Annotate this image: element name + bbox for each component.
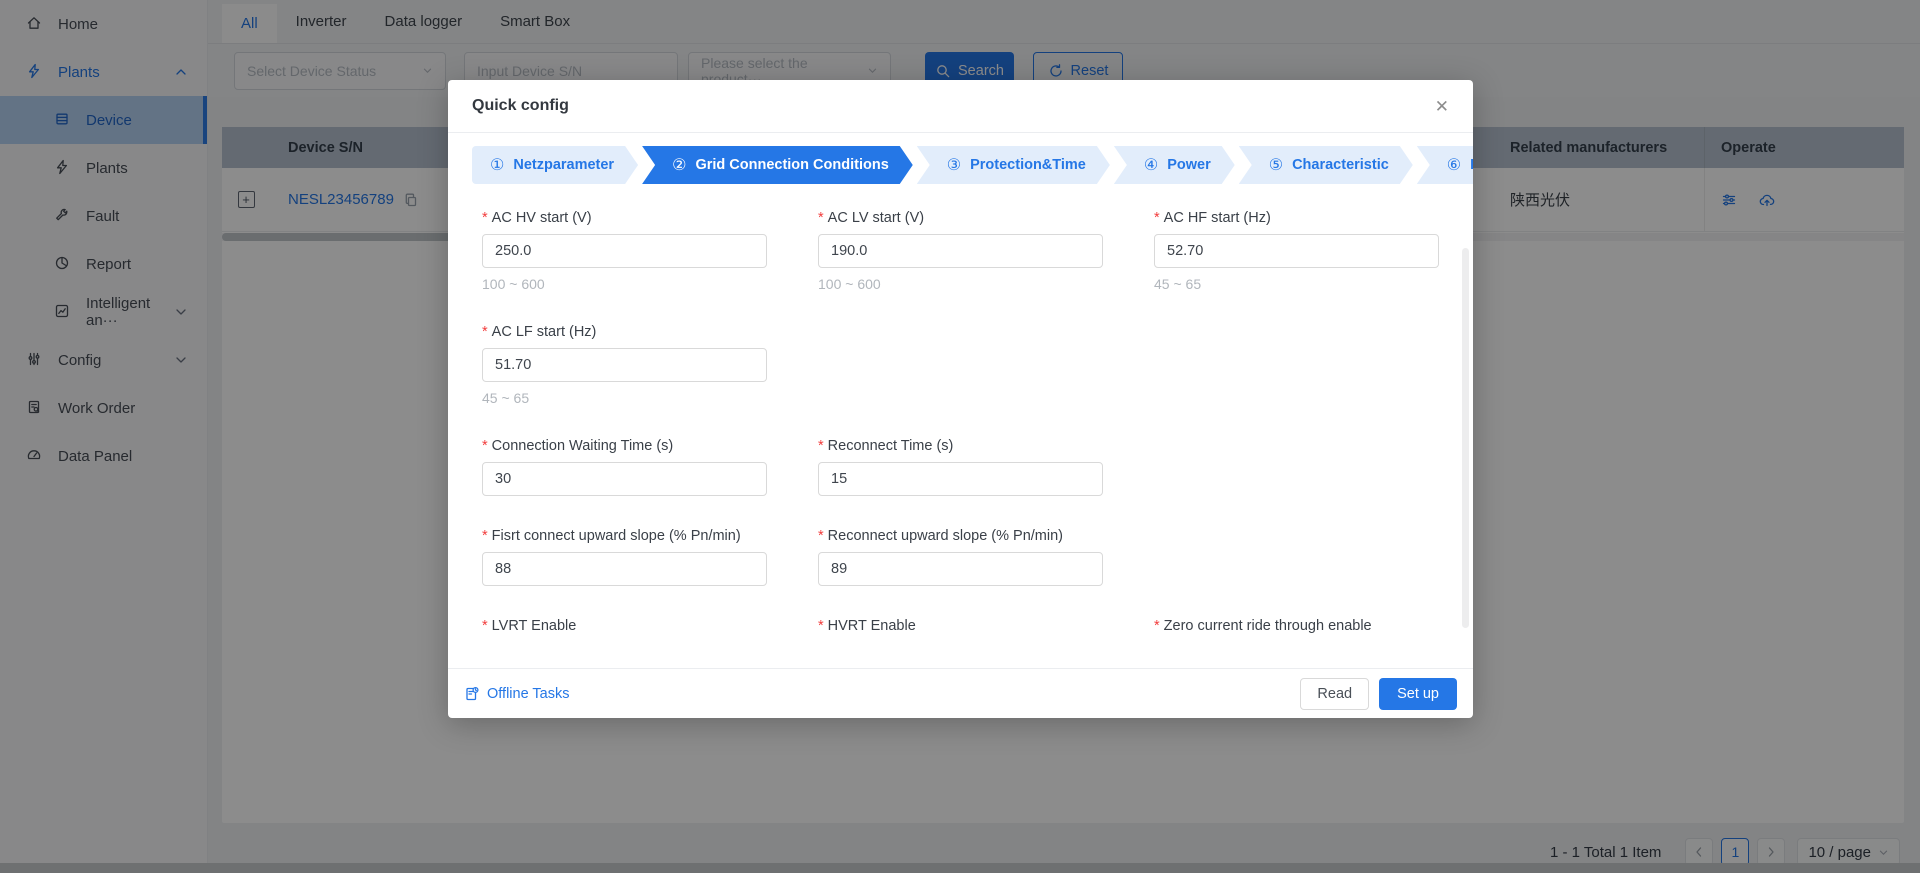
required-asterisk: * [482,210,488,226]
step-4[interactable]: ④ Power [1114,146,1235,184]
form-row: *AC HV start (V)100 ~ 600*AC LV start (V… [482,210,1439,292]
step-2[interactable]: ② Grid Connection Conditions [642,146,913,184]
step-label: Netzparameter [513,157,614,173]
setup-button[interactable]: Set up [1379,678,1457,710]
form-field: *AC LV start (V) 100 ~ 600 [818,210,1103,292]
step-label: Battery [1470,157,1473,173]
offline-tasks-label: Offline Tasks [487,686,569,702]
read-button[interactable]: Read [1300,678,1369,710]
field-label: *HVRT Enable [818,618,1103,634]
required-asterisk: * [818,618,824,634]
screen: HomePlantsDevicePlantsFaultReportIntelli… [0,0,1920,873]
config-steps: ① Netzparameter ② Grid Connection Condition… [472,146,1449,184]
step-number: ① [490,155,504,175]
modal-header: Quick config ✕ [448,80,1473,133]
required-asterisk: * [818,210,824,226]
field-range-hint: 100 ~ 600 [818,276,1103,292]
step-number: ③ [947,155,961,175]
field-input[interactable] [482,348,767,382]
form-row: *Fisrt connect upward slope (% Pn/min) *R… [482,528,1439,586]
form-field: *Reconnect Time (s) [818,438,1103,496]
quick-config-modal: Quick config ✕ ① Netzparameter ② Grid Conne… [448,80,1473,718]
field-label: *Zero current ride through enable [1154,618,1439,634]
required-asterisk: * [482,618,488,634]
step-5[interactable]: ⑤ Characteristic [1239,146,1413,184]
step-label: Grid Connection Conditions [695,157,888,173]
form-field: *LVRT Enable [482,618,767,642]
form-field: *Reconnect upward slope (% Pn/min) [818,528,1103,586]
form-row: *Connection Waiting Time (s) *Reconnect T… [482,438,1439,496]
step-number: ⑥ [1447,155,1461,175]
step-1[interactable]: ① Netzparameter [472,146,638,184]
modal-title: Quick config [472,97,569,115]
field-input[interactable] [482,552,767,586]
field-label: *AC HF start (Hz) [1154,210,1439,226]
field-label: *Reconnect Time (s) [818,438,1103,454]
field-label: *LVRT Enable [482,618,767,634]
field-input[interactable] [482,462,767,496]
form-field: *AC HV start (V) 100 ~ 600 [482,210,767,292]
form-field: *AC LF start (Hz) 45 ~ 65 [482,324,767,406]
field-label: *AC LF start (Hz) [482,324,767,340]
field-range-hint: 45 ~ 65 [1154,276,1439,292]
field-range-hint: 100 ~ 600 [482,276,767,292]
field-label: *Reconnect upward slope (% Pn/min) [818,528,1103,544]
required-asterisk: * [1154,618,1160,634]
field-input[interactable] [818,552,1103,586]
form-row: *AC LF start (Hz) 45 ~ 65 [482,324,1439,406]
required-asterisk: * [1154,210,1160,226]
step-label: Power [1167,157,1211,173]
required-asterisk: * [482,528,488,544]
step-6[interactable]: ⑥ Battery [1417,146,1473,184]
form-field: *Fisrt connect upward slope (% Pn/min) [482,528,767,586]
field-label: *Fisrt connect upward slope (% Pn/min) [482,528,767,544]
step-3[interactable]: ③ Protection&Time [917,146,1110,184]
step-label: Protection&Time [970,157,1086,173]
form-field: *Zero current ride through enable [1154,618,1439,642]
step-label: Characteristic [1292,157,1389,173]
field-label: *AC LV start (V) [818,210,1103,226]
field-input[interactable] [818,234,1103,268]
form-field: *Connection Waiting Time (s) [482,438,767,496]
form-field: *HVRT Enable [818,618,1103,642]
offline-tasks-icon [464,686,480,702]
field-input[interactable] [482,234,767,268]
field-label: *Connection Waiting Time (s) [482,438,767,454]
step-number: ② [672,155,686,175]
modal-scrollbar-thumb[interactable] [1462,248,1469,628]
step-number: ⑤ [1269,155,1283,175]
field-input[interactable] [1154,234,1439,268]
field-range-hint: 45 ~ 65 [482,390,767,406]
modal-footer: Offline Tasks Read Set up [448,668,1473,718]
required-asterisk: * [818,528,824,544]
required-asterisk: * [482,324,488,340]
offline-tasks-link[interactable]: Offline Tasks [464,686,569,702]
form-row: *LVRT Enable *HVRT Enable *Zero current ri… [482,618,1439,642]
field-label: *AC HV start (V) [482,210,767,226]
required-asterisk: * [482,438,488,454]
field-input[interactable] [818,462,1103,496]
form-field: *AC HF start (Hz) 45 ~ 65 [1154,210,1439,292]
step-number: ④ [1144,155,1158,175]
required-asterisk: * [818,438,824,454]
config-form: *AC HV start (V)100 ~ 600*AC LV start (V… [472,184,1449,642]
close-icon[interactable]: ✕ [1435,98,1449,115]
modal-body: ① Netzparameter ② Grid Connection Condition… [448,133,1473,668]
